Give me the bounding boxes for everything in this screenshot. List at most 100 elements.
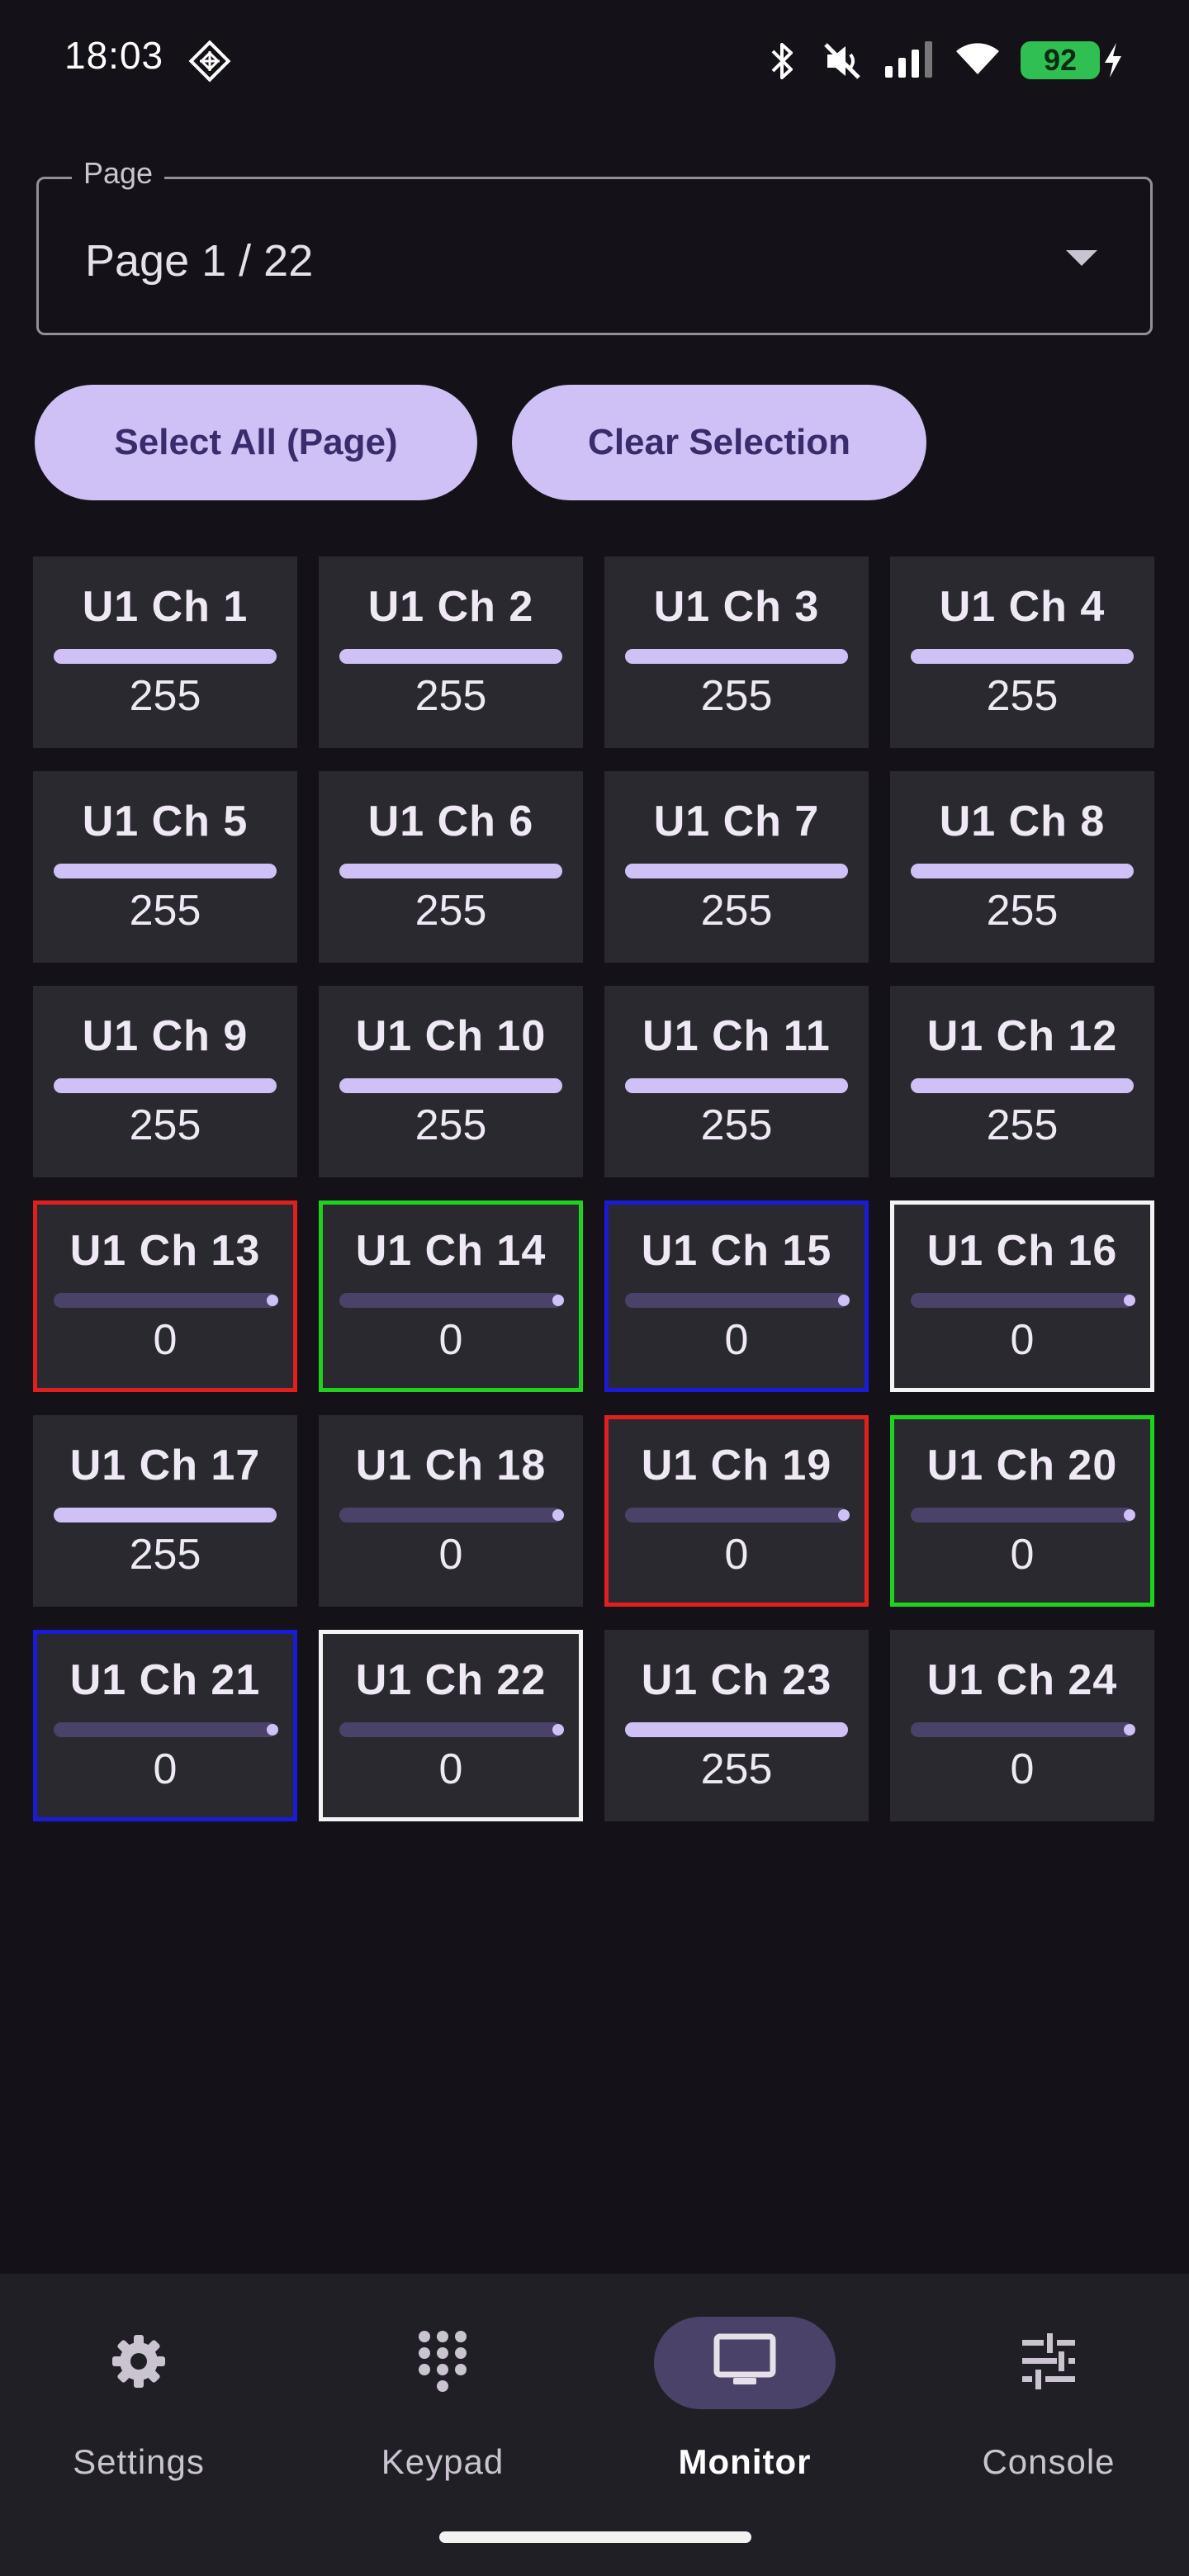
channel-level-bar [54, 1078, 277, 1093]
channel-tile[interactable]: U1 Ch 17 255 [33, 1415, 297, 1607]
clear-selection-button[interactable]: Clear Selection [512, 385, 926, 500]
channel-value: 255 [129, 887, 201, 935]
channel-level-bar [625, 649, 848, 664]
channel-tile[interactable]: U1 Ch 22 0 [319, 1630, 583, 1821]
battery-level: 92 [1043, 43, 1078, 77]
channel-value: 255 [129, 672, 201, 720]
channel-level-bar [625, 1293, 850, 1308]
channel-label: U1 Ch 12 [926, 1012, 1118, 1060]
channel-label: U1 Ch 4 [939, 583, 1106, 631]
channel-label: U1 Ch 14 [355, 1227, 547, 1275]
nav-console[interactable]: Console [925, 2307, 1172, 2488]
channel-level-fill [54, 1508, 277, 1522]
channel-label: U1 Ch 8 [939, 798, 1106, 845]
channel-label: U1 Ch 7 [653, 798, 820, 845]
status-bar: 18:03 92 [0, 0, 1189, 116]
chevron-down-icon [1066, 250, 1097, 266]
channel-level-fill [54, 864, 277, 878]
channel-value: 0 [438, 1316, 463, 1364]
channel-level-bar [911, 1293, 1135, 1308]
page-dropdown[interactable]: Page Page 1 / 22 [36, 156, 1153, 335]
wifi-icon [953, 38, 1002, 82]
nav-keypad[interactable]: Keypad [319, 2307, 566, 2488]
channel-tile[interactable]: U1 Ch 7 255 [604, 771, 869, 963]
bluetooth-icon [768, 40, 798, 87]
channel-tile[interactable]: U1 Ch 24 0 [890, 1630, 1154, 1821]
channel-tile[interactable]: U1 Ch 6 255 [319, 771, 583, 963]
channel-tile[interactable]: U1 Ch 8 255 [890, 771, 1154, 963]
channel-tile[interactable]: U1 Ch 9 255 [33, 986, 297, 1177]
channel-level-bar [911, 1078, 1134, 1093]
channel-level-dot [552, 1295, 564, 1306]
channel-tile[interactable]: U1 Ch 12 255 [890, 986, 1154, 1177]
channel-label: U1 Ch 19 [641, 1442, 832, 1489]
channel-value: 0 [1010, 1745, 1035, 1793]
channel-tile[interactable]: U1 Ch 14 0 [319, 1200, 583, 1392]
screen: 18:03 92 Page Page 1 / 22 Select All (Pa… [0, 0, 1189, 2576]
nav-console-label: Console [982, 2442, 1116, 2481]
channel-level-bar [54, 649, 277, 664]
channel-level-fill [339, 649, 562, 664]
channel-level-bar [339, 1293, 564, 1308]
gear-icon [109, 2332, 168, 2395]
channel-value: 0 [724, 1531, 749, 1579]
channel-tile[interactable]: U1 Ch 20 0 [890, 1415, 1154, 1607]
channel-level-dot [552, 1509, 564, 1521]
channel-tile[interactable]: U1 Ch 4 255 [890, 556, 1154, 748]
channel-tile[interactable]: U1 Ch 23 255 [604, 1630, 869, 1821]
channel-label: U1 Ch 24 [926, 1656, 1118, 1704]
nav-keypad-label: Keypad [381, 2442, 504, 2481]
channel-tile[interactable]: U1 Ch 11 255 [604, 986, 869, 1177]
channel-label: U1 Ch 10 [355, 1012, 547, 1060]
channel-level-fill [625, 649, 848, 664]
mute-icon [821, 40, 864, 87]
nav-settings[interactable]: Settings [15, 2307, 263, 2488]
channel-value: 0 [153, 1745, 178, 1793]
channel-label: U1 Ch 2 [367, 583, 534, 631]
channel-level-dot [267, 1724, 278, 1735]
channel-value: 255 [700, 1101, 773, 1149]
sliders-icon [1019, 2332, 1078, 2395]
channel-level-bar [54, 1722, 278, 1737]
channel-tile[interactable]: U1 Ch 19 0 [604, 1415, 869, 1607]
channel-tile[interactable]: U1 Ch 2 255 [319, 556, 583, 748]
channel-tile[interactable]: U1 Ch 16 0 [890, 1200, 1154, 1392]
channel-level-dot [838, 1295, 850, 1306]
channel-grid: U1 Ch 1 255 U1 Ch 2 255 U1 Ch 3 255 U1 Ch 4 255… [33, 556, 1161, 1821]
channel-tile[interactable]: U1 Ch 10 255 [319, 986, 583, 1177]
data-saver-icon [188, 40, 231, 87]
channel-tile[interactable]: U1 Ch 18 0 [319, 1415, 583, 1607]
channel-level-dot [1124, 1295, 1135, 1306]
channel-value: 255 [986, 887, 1059, 935]
channel-value: 255 [700, 672, 773, 720]
channel-level-bar [339, 1508, 564, 1522]
channel-label: U1 Ch 3 [653, 583, 820, 631]
select-all-button[interactable]: Select All (Page) [35, 385, 477, 500]
channel-value: 255 [986, 672, 1059, 720]
channel-label: U1 Ch 9 [82, 1012, 249, 1060]
channel-tile[interactable]: U1 Ch 5 255 [33, 771, 297, 963]
channel-level-bar [625, 864, 848, 878]
channel-level-fill [339, 1078, 562, 1093]
channel-level-bar [911, 1722, 1135, 1737]
channel-tile[interactable]: U1 Ch 3 255 [604, 556, 869, 748]
channel-level-bar [911, 864, 1134, 878]
channel-tile[interactable]: U1 Ch 1 255 [33, 556, 297, 748]
nav-settings-label: Settings [73, 2442, 205, 2481]
channel-value: 255 [414, 1101, 487, 1149]
channel-value: 255 [129, 1531, 201, 1579]
channel-level-fill [625, 1078, 848, 1093]
channel-level-dot [267, 1295, 278, 1306]
channel-tile[interactable]: U1 Ch 13 0 [33, 1200, 297, 1392]
channel-level-bar [54, 864, 277, 878]
home-indicator [439, 2531, 751, 2543]
channel-tile[interactable]: U1 Ch 15 0 [604, 1200, 869, 1392]
channel-value: 255 [414, 672, 487, 720]
channel-tile[interactable]: U1 Ch 21 0 [33, 1630, 297, 1821]
channel-level-fill [54, 649, 277, 664]
channel-level-fill [625, 1722, 848, 1737]
channel-value: 0 [438, 1745, 463, 1793]
channel-label: U1 Ch 16 [926, 1227, 1118, 1275]
nav-monitor[interactable]: Monitor [621, 2307, 869, 2488]
nav-monitor-label: Monitor [678, 2442, 812, 2481]
